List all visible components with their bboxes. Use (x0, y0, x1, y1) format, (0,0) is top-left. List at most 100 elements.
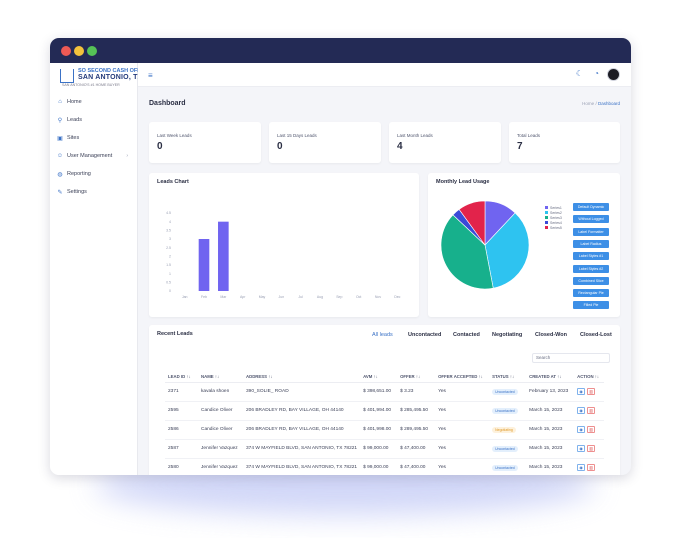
wrench-icon: ✎ (57, 189, 63, 196)
x-tick-label: Dec (394, 295, 400, 299)
pie-option-button[interactable]: Without Logged (573, 215, 609, 224)
tab-uncontacted[interactable]: Uncontacted (408, 332, 441, 338)
col-offer-accepted[interactable]: OFFER ACCEPTED ↑↓ (435, 371, 490, 383)
moon-icon[interactable]: ☾ (576, 69, 583, 78)
cell-name: kavala shoen (198, 382, 243, 402)
cell-action: ◉ ▥ (574, 458, 605, 475)
breadcrumb-home[interactable]: Home (582, 101, 594, 106)
pie-option-button[interactable]: Label Radius (573, 239, 609, 248)
tab-all-leads[interactable]: All leads (372, 332, 393, 338)
view-icon[interactable]: ◉ (577, 464, 586, 471)
usage-card: Monthly Lead Usage Series1 Series2 Series3… (428, 173, 620, 317)
y-tick-label: 0.5 (166, 281, 171, 285)
pie-option-button[interactable]: Label Styles #1 (573, 252, 609, 261)
sidebar-item-user-management[interactable]: ☺ User Management › (50, 147, 138, 165)
close-dot[interactable] (61, 46, 71, 56)
legend-item[interactable]: Series5 (545, 225, 562, 230)
status-badge: Negotiating (492, 426, 516, 433)
col-name[interactable]: NAME ↑↓ (198, 371, 243, 383)
pie-option-button[interactable]: Filled Pie (573, 301, 609, 310)
y-tick-label: 0 (169, 289, 171, 293)
breadcrumb-separator: / (595, 101, 597, 106)
link-icon: ⚲ (57, 117, 63, 124)
cell-created: March 15, 2023 (526, 420, 575, 440)
stat-value: 0 (277, 141, 283, 152)
delete-icon[interactable]: ▥ (587, 464, 596, 471)
pie-option-button[interactable]: Label Formatter (573, 227, 609, 236)
bar-mar[interactable] (218, 221, 229, 291)
delete-icon[interactable]: ▥ (587, 388, 596, 395)
sidebar-item-home[interactable]: ⌂ Home (50, 93, 138, 111)
view-icon[interactable]: ◉ (577, 407, 586, 414)
stat-card-total: Total Leads 7 (509, 122, 620, 163)
table-row[interactable]: 2586 Candice Oliver 206 BRADLEY RD, BAY … (165, 420, 605, 440)
view-icon[interactable]: ◉ (577, 445, 586, 452)
table-row[interactable]: 2595 Candice Oliver 206 BRADLEY RD, BAY … (165, 401, 605, 421)
col-avm[interactable]: AVM ↑↓ (360, 371, 398, 383)
tab-contacted[interactable]: Contacted (453, 332, 480, 338)
tab-closed-lost[interactable]: Closed-Lost (580, 332, 612, 338)
cell-lead-id: 2586 (165, 420, 198, 440)
cell-address: 206 BRADLEY RD, BAY VILLAGE, OH 44140 (243, 420, 361, 440)
y-tick-label: 2 (169, 255, 171, 259)
delete-icon[interactable]: ▥ (587, 426, 596, 433)
sidebar-item-settings[interactable]: ✎ Settings (50, 183, 138, 201)
col-action[interactable]: ACTION ↑↓ (574, 371, 605, 383)
sidebar-item-label: Settings (67, 189, 87, 195)
recent-leads-table: LEAD ID ↑↓ NAME ↑↓ ADDRESS ↑↓ AVM ↑↓ OFF… (165, 371, 605, 475)
cell-status: Uncontacted (489, 439, 527, 459)
cell-created: March 15, 2023 (526, 458, 575, 475)
x-tick-label: Sep (336, 295, 342, 299)
pie-option-button[interactable]: Combined Slice (573, 276, 609, 285)
table-row[interactable]: 2580 Jennifer Vazquez 374 W MAYFIELD BLV… (165, 458, 605, 475)
table-row[interactable]: 2371 kavala shoen 390_SOLIE_ ROAD $ 398,… (165, 382, 605, 402)
cell-name: Jennifer Vazquez (198, 439, 243, 459)
view-icon[interactable]: ◉ (577, 388, 586, 395)
view-icon[interactable]: ◉ (577, 426, 586, 433)
menu-toggle-icon[interactable]: ≡ (148, 71, 153, 80)
sidebar-item-reporting[interactable]: ◍ Reporting (50, 165, 138, 183)
x-tick-label: Mar (220, 295, 227, 299)
cell-avm: $ 401,994.00 (360, 401, 398, 421)
pie-option-button[interactable]: Label Styles #2 (573, 264, 609, 273)
delete-icon[interactable]: ▥ (587, 407, 596, 414)
y-tick-label: 2.5 (166, 246, 171, 250)
delete-icon[interactable]: ▥ (587, 445, 596, 452)
cell-status: Uncontacted (489, 401, 527, 421)
legend-label: Series4 (550, 220, 562, 225)
minimize-dot[interactable] (74, 46, 84, 56)
col-lead-id[interactable]: LEAD ID ↑↓ (165, 371, 198, 383)
col-status[interactable]: STATUS ↑↓ (489, 371, 527, 383)
sidebar-item-sites[interactable]: ▣ Sites (50, 129, 138, 147)
legend-swatch (545, 221, 548, 224)
sidebar-item-label: Home (67, 99, 82, 105)
tab-negotiating[interactable]: Negotiating (492, 332, 522, 338)
cell-status: Uncontacted (489, 458, 527, 475)
cell-status: Negotiating (489, 420, 527, 440)
table-row[interactable]: 2587 Jennifer Vazquez 374 W MAYFIELD BLV… (165, 439, 605, 459)
pie-option-button[interactable]: Default Dynamic (573, 203, 609, 211)
search-input[interactable]: Search (532, 353, 610, 363)
avatar[interactable] (607, 68, 620, 81)
maximize-dot[interactable] (87, 46, 97, 56)
col-address[interactable]: ADDRESS ↑↓ (243, 371, 361, 383)
sidebar-item-leads[interactable]: ⚲ Leads (50, 111, 138, 129)
x-tick-label: Jun (279, 295, 285, 299)
bar-feb[interactable] (198, 239, 210, 291)
logo[interactable]: SO SECOND CASH OFFER SAN ANTONIO, TX SAN… (58, 67, 148, 89)
leads-bar-chart: 0 0.5 1 1.5 2 2.5 3 3.5 4 4.5 Jan Feb Mar Apr May Jun Ju… (166, 211, 401, 299)
users-icon: ☺ (56, 153, 64, 159)
usage-pie-chart (440, 200, 530, 290)
col-created-at[interactable]: CREATED AT ↑↓ (526, 371, 575, 383)
legend-swatch (545, 216, 548, 219)
cell-accepted: Yes (435, 420, 490, 440)
y-tick-label: 1 (169, 272, 171, 276)
bell-icon[interactable]: ◔ (594, 69, 599, 78)
recent-leads-title: Recent Leads (157, 331, 193, 337)
col-offer[interactable]: OFFER ↑↓ (397, 371, 436, 383)
pie-option-button[interactable]: Rectangular Pie (573, 289, 609, 298)
y-tick-label: 1.5 (166, 263, 171, 267)
x-tick-label: Oct (356, 295, 361, 299)
tab-closed-won[interactable]: Closed-Won (535, 332, 567, 338)
legend-label: Series1 (550, 205, 562, 210)
